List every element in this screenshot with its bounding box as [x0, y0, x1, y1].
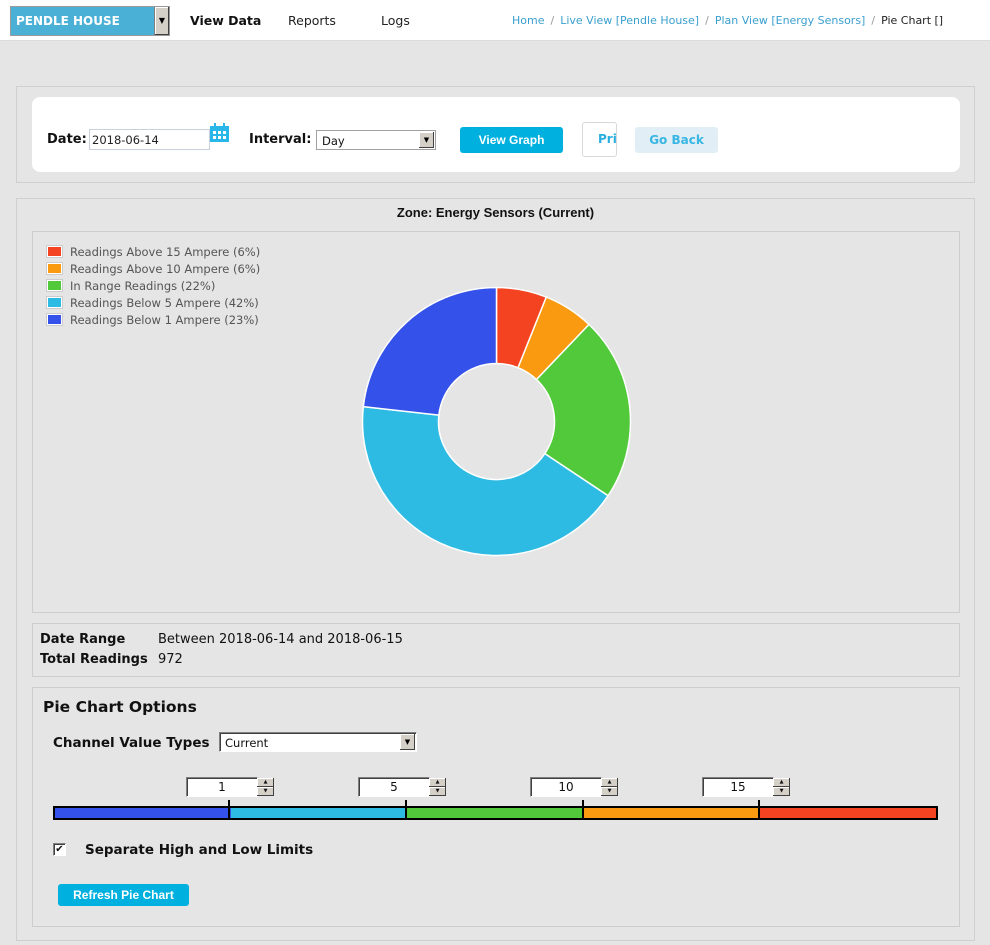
threshold-1-input[interactable]: 1: [186, 777, 258, 797]
legend-item[interactable]: Readings Below 1 Ampere (23%): [46, 311, 260, 328]
range-segment: [231, 808, 408, 818]
date-label: Date:: [47, 132, 87, 147]
threshold-3-stepper[interactable]: 10 ▲ ▼: [530, 777, 618, 797]
range-segment: [407, 808, 584, 818]
pie-slice-readings-below-1-ampere[interactable]: [362, 286, 498, 416]
threshold-range-bar: [53, 806, 938, 820]
threshold-tick[interactable]: [405, 800, 407, 820]
calendar-icon[interactable]: [209, 123, 230, 143]
print-button[interactable]: Print: [582, 122, 617, 157]
channel-value-types-select[interactable]: Current ▼: [219, 732, 417, 752]
legend-swatch: [46, 279, 63, 292]
breadcrumb-separator: /: [871, 14, 876, 27]
chart-legend: Readings Above 15 Ampere (6%) Readings Ab…: [46, 243, 260, 328]
legend-swatch: [46, 245, 63, 258]
spin-down-icon[interactable]: ▼: [257, 787, 274, 796]
nav-view-data[interactable]: View Data: [190, 13, 261, 28]
legend-item[interactable]: Readings Above 15 Ampere (6%): [46, 243, 260, 260]
checkmark-icon: ✔: [55, 844, 64, 855]
legend-swatch: [46, 313, 63, 326]
threshold-4-stepper[interactable]: 15 ▲ ▼: [702, 777, 790, 797]
threshold-4-input[interactable]: 15: [702, 777, 774, 797]
go-back-button[interactable]: Go Back: [635, 127, 718, 153]
threshold-2-stepper[interactable]: 5 ▲ ▼: [358, 777, 446, 797]
channel-value-types-value: Current: [225, 736, 269, 750]
spin-down-icon[interactable]: ▼: [429, 787, 446, 796]
legend-item[interactable]: In Range Readings (22%): [46, 277, 260, 294]
donut-chart: [361, 286, 632, 557]
threshold-tick[interactable]: [758, 800, 760, 820]
spin-down-icon[interactable]: ▼: [773, 787, 790, 796]
spin-up-icon[interactable]: ▲: [773, 778, 790, 787]
threshold-3-input[interactable]: 10: [530, 777, 602, 797]
total-readings-label: Total Readings: [40, 652, 148, 667]
breadcrumb-separator: /: [705, 14, 709, 27]
breadcrumb-home[interactable]: Home: [512, 14, 544, 27]
total-readings-row: Total Readings 972: [40, 652, 183, 667]
top-navigation-bar: PENDLE HOUSE ▼ View Data Reports Logs Ho…: [0, 0, 990, 41]
spin-up-icon[interactable]: ▲: [601, 778, 618, 787]
separate-limits-checkbox[interactable]: ✔: [53, 843, 66, 856]
separate-limits-label: Separate High and Low Limits: [85, 842, 314, 858]
legend-swatch: [46, 296, 63, 309]
legend-item[interactable]: Readings Above 10 Ampere (6%): [46, 260, 260, 277]
threshold-tick[interactable]: [582, 800, 584, 820]
threshold-2-input[interactable]: 5: [358, 777, 430, 797]
legend-label: Readings Below 5 Ampere (42%): [70, 295, 259, 310]
breadcrumb-plan-view[interactable]: Plan View [Energy Sensors]: [715, 14, 866, 27]
legend-label: Readings Below 1 Ampere (23%): [70, 312, 259, 327]
chevron-down-icon[interactable]: ▼: [400, 734, 415, 750]
range-segment: [583, 808, 760, 818]
interval-value: Day: [322, 134, 345, 148]
legend-swatch: [46, 262, 63, 275]
legend-item[interactable]: Readings Below 5 Ampere (42%): [46, 294, 260, 311]
spin-up-icon[interactable]: ▲: [257, 778, 274, 787]
breadcrumb-live-view[interactable]: Live View [Pendle House]: [560, 14, 699, 27]
threshold-1-stepper[interactable]: 1 ▲ ▼: [186, 777, 274, 797]
breadcrumb-separator: /: [550, 14, 555, 27]
range-segment: [759, 808, 937, 818]
breadcrumb: Home / Live View [Pendle House] / Plan View …: [512, 14, 943, 27]
interval-label: Interval:: [249, 132, 312, 147]
nav-logs[interactable]: Logs: [381, 13, 410, 28]
legend-label: Readings Above 15 Ampere (6%): [70, 244, 261, 259]
options-title: Pie Chart Options: [43, 698, 197, 716]
date-input[interactable]: 2018-06-14: [89, 129, 210, 150]
chevron-down-icon[interactable]: ▼: [419, 132, 434, 148]
threshold-tick[interactable]: [228, 800, 230, 820]
channel-value-types-label: Channel Value Types: [53, 735, 210, 751]
spin-down-icon[interactable]: ▼: [601, 787, 618, 796]
site-selector-value: PENDLE HOUSE: [16, 14, 120, 28]
chart-title: Zone: Energy Sensors (Current): [396, 205, 595, 220]
breadcrumb-current: Pie Chart []: [881, 14, 944, 27]
range-segment: [55, 808, 232, 818]
date-range-label: Date Range: [40, 632, 126, 647]
date-range-value: Between 2018-06-14 and 2018-06-15: [158, 632, 403, 647]
view-graph-button[interactable]: View Graph: [460, 127, 563, 153]
chevron-down-icon[interactable]: ▼: [154, 7, 169, 35]
interval-select[interactable]: Day ▼: [316, 130, 436, 150]
date-range-row: Date Range Between 2018-06-14 and 2018-06…: [40, 632, 403, 647]
legend-label: In Range Readings (22%): [70, 278, 216, 293]
spin-up-icon[interactable]: ▲: [429, 778, 446, 787]
total-readings-value: 972: [158, 652, 183, 667]
nav-reports[interactable]: Reports: [288, 13, 336, 28]
refresh-pie-chart-button[interactable]: Refresh Pie Chart: [58, 884, 189, 906]
legend-label: Readings Above 10 Ampere (6%): [70, 261, 261, 276]
site-selector[interactable]: PENDLE HOUSE ▼: [10, 6, 170, 36]
